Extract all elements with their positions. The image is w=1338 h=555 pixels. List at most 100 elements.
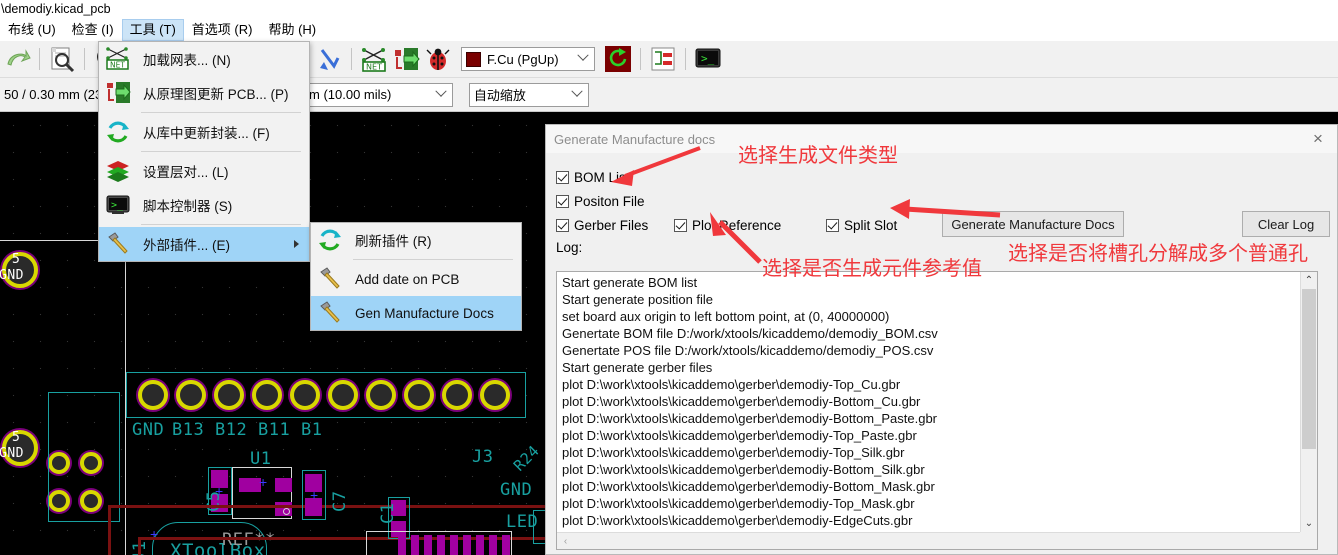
update-pcb-icon <box>105 80 131 106</box>
checkbox-gerber-files[interactable]: Gerber Files <box>556 218 674 233</box>
checkbox-split-slot[interactable]: Split Slot <box>826 218 897 233</box>
checkbox-label: BOM List <box>574 169 630 185</box>
menu-item-label: 从原理图更新 PCB... (P) <box>143 87 289 102</box>
origin-marker: + <box>310 487 319 503</box>
menu-help[interactable]: 帮助 (H) <box>260 19 324 41</box>
drc-bug-icon[interactable] <box>423 44 453 74</box>
menu-item-label: 脚本控制器 (S) <box>143 199 233 214</box>
toolbar-separator <box>84 48 85 70</box>
log-line: plot D:\work\xtools\kicaddemo\gerber\dem… <box>562 411 938 426</box>
menu-inspect[interactable]: 检查 (I) <box>64 19 122 41</box>
menu-item-layer-pairs[interactable]: 设置层对... (L) <box>99 154 309 188</box>
silk-label-j3: J3 <box>472 447 494 467</box>
toolbar-separator <box>640 48 641 70</box>
layers-icon <box>105 158 131 184</box>
trace <box>108 505 111 555</box>
trace-cyan <box>48 392 120 393</box>
refresh-icon <box>105 119 131 145</box>
checkbox-label: Split Slot <box>844 217 898 233</box>
log-line: plot D:\work\xtools\kicaddemo\gerber\dem… <box>562 428 917 443</box>
log-line: plot D:\work\xtools\kicaddemo\gerber\dem… <box>562 479 935 494</box>
dialog-title: Generate Manufacture docs <box>554 131 716 147</box>
menu-item-script-console[interactable]: >_ 脚本控制器 (S) <box>99 188 309 222</box>
silk-label-gnd2: GND <box>500 480 533 500</box>
hammer-icon <box>105 231 131 257</box>
log-output[interactable]: Start generate BOM list Start generate p… <box>556 271 1318 550</box>
connector-pad <box>214 380 244 410</box>
update-pcb-icon[interactable] <box>391 44 421 74</box>
menu-tools[interactable]: 工具 (T) <box>121 19 184 41</box>
log-horizontal-scrollbar[interactable]: ‹ <box>557 532 1300 549</box>
chevron-down-icon <box>435 85 447 97</box>
dialog-titlebar: Generate Manufacture docs × <box>546 125 1337 153</box>
silk-label-u1: U1 <box>250 449 272 469</box>
log-line: plot D:\work\xtools\kicaddemo\gerber\dem… <box>562 462 925 477</box>
checkbox-bom-list[interactable]: BOM List <box>556 170 630 185</box>
connector-pad <box>442 380 472 410</box>
submenu-item-gen-manufacture-docs[interactable]: Gen Manufacture Docs <box>311 296 521 330</box>
scroll-up-icon[interactable]: ⌃ <box>1301 272 1317 289</box>
generate-manufacture-docs-dialog: Generate Manufacture docs × BOM List Pos… <box>545 124 1338 555</box>
svg-text:NET: NET <box>366 63 382 72</box>
highlight-net-icon[interactable] <box>314 44 344 74</box>
generate-manufacture-docs-button[interactable]: Generate Manufacture Docs <box>942 211 1124 237</box>
silk-label-c1: C1 <box>378 502 398 524</box>
checkbox-plot-reference[interactable]: Plot Reference <box>674 218 826 233</box>
close-icon[interactable]: × <box>1305 129 1331 149</box>
net-highlight2-icon[interactable] <box>648 44 678 74</box>
scrollbar-thumb[interactable] <box>1302 289 1316 449</box>
console-icon[interactable]: >_ <box>693 44 723 74</box>
submenu-item-refresh-plugins[interactable]: 刷新插件 (R) <box>311 223 521 257</box>
toolbar-separator <box>351 48 352 70</box>
menu-item-load-netlist[interactable]: NET 加载网表... (N) <box>99 42 309 76</box>
zoom-select[interactable]: 自动缩放 <box>468 82 589 107</box>
log-line: Genertate POS file D:/work/xtools/kicadd… <box>562 343 934 358</box>
svg-text:NET: NET <box>110 61 125 70</box>
silk-label-b12: B12 <box>215 420 248 440</box>
menu-item-label: 从库中更新封装... (F) <box>143 126 270 141</box>
log-line: Start generate position file <box>562 292 714 307</box>
scroll-left-icon[interactable]: ‹ <box>557 533 574 549</box>
track-width-display[interactable]: 50 / 0.30 mm (23. <box>4 87 106 102</box>
refresh-icon <box>317 227 343 253</box>
submenu-item-label: Gen Manufacture Docs <box>355 305 494 321</box>
annotation-file-type: 选择生成文件类型 <box>738 143 898 167</box>
silk-label-c5: C5 <box>204 490 224 512</box>
clear-log-button[interactable]: Clear Log <box>1242 211 1330 237</box>
annotation-plot-reference: 选择是否生成元件参考值 <box>762 256 982 280</box>
layer-select-value: F.Cu (PgUp) <box>487 51 559 67</box>
silk-label-b13: B13 <box>172 420 205 440</box>
connector-pad <box>404 380 434 410</box>
menu-item-label: 加载网表... (N) <box>143 53 231 68</box>
plugins-submenu: 刷新插件 (R) Add date on PCB Gen Manufacture… <box>310 222 522 331</box>
checkbox-box <box>556 194 569 208</box>
layer-select[interactable]: F.Cu (PgUp) <box>461 47 595 71</box>
redo-icon[interactable] <box>2 44 32 74</box>
checkbox-box <box>556 170 569 184</box>
menu-item-update-pcb[interactable]: 从原理图更新 PCB... (P) <box>99 76 309 110</box>
menu-item-external-plugins[interactable]: 外部插件... (E) <box>99 227 309 261</box>
checkbox-positon-file[interactable]: Positon File <box>556 194 645 209</box>
dialog-body: BOM List Positon File Gerber Files Plot … <box>546 153 1337 555</box>
zoom-page-icon[interactable] <box>47 44 77 74</box>
silk-label-ref: REF** <box>222 530 276 550</box>
pin1-marker <box>283 508 290 515</box>
menu-item-update-footprints[interactable]: 从库中更新封装... (F) <box>99 115 309 149</box>
silk-label-b11: B11 <box>258 420 291 440</box>
toolbar-separator <box>39 48 40 70</box>
checkbox-box <box>674 218 687 232</box>
submenu-item-add-date-on-pcb[interactable]: Add date on PCB <box>311 262 521 296</box>
scroll-down-icon[interactable]: ⌄ <box>1301 515 1317 532</box>
menu-separator <box>141 224 301 225</box>
log-vertical-scrollbar[interactable]: ⌃ ⌄ <box>1300 272 1317 532</box>
netlist-icon[interactable]: NET <box>359 44 389 74</box>
checkbox-box <box>556 218 569 232</box>
menu-preferences[interactable]: 首选项 (R) <box>184 19 261 41</box>
refresh-layer-icon[interactable] <box>603 44 633 74</box>
annotation-split-slot: 选择是否将槽孔分解成多个普通孔 <box>1008 241 1308 265</box>
console-icon: >_ <box>105 192 131 218</box>
chevron-down-icon <box>577 49 589 61</box>
log-line: plot D:\work\xtools\kicaddemo\gerber\dem… <box>562 377 901 392</box>
hammer-icon <box>317 300 343 326</box>
menu-route[interactable]: 布线 (U) <box>0 19 64 41</box>
